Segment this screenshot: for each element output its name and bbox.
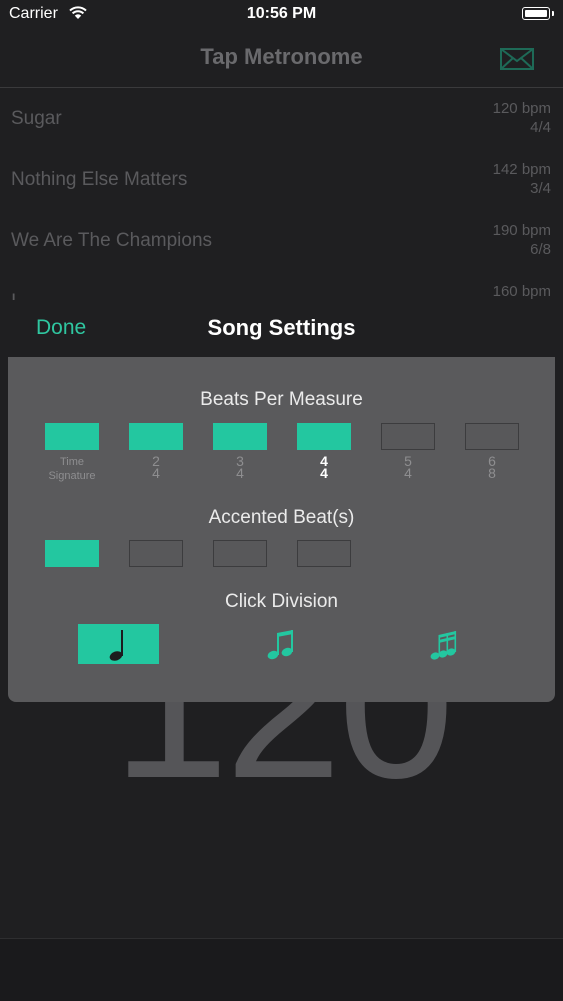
song-row[interactable]: Sugar 120 bpm 4/4 xyxy=(0,88,563,149)
beats-per-measure-label: Beats Per Measure xyxy=(200,389,363,410)
bottom-toolbar xyxy=(0,938,563,1001)
accent-box-2[interactable] xyxy=(129,540,183,567)
settings-panel: Beats Per Measure Time Signature 24 34 4… xyxy=(8,357,555,702)
nav-bar: Tap Metronome xyxy=(0,30,563,88)
beat-box-6-8[interactable] xyxy=(465,423,519,450)
song-bpm: 160 bpm xyxy=(492,283,551,300)
sixteenth-notes-button[interactable] xyxy=(404,624,485,664)
beat-signature-3-4: 34 xyxy=(236,453,244,481)
beat-box-2-4[interactable] xyxy=(129,423,183,450)
quarter-note-icon xyxy=(109,630,123,661)
mail-icon[interactable] xyxy=(500,48,534,70)
beat-signature-4-4: 44 xyxy=(320,453,328,481)
beat-signature-6-8: 68 xyxy=(488,453,496,481)
accented-beats-label: Accented Beat(s) xyxy=(208,507,355,528)
quarter-note-button[interactable] xyxy=(78,624,159,664)
eighth-notes-button[interactable] xyxy=(241,624,322,664)
page-title: Tap Metronome xyxy=(200,44,363,69)
song-name: We Are The Champions xyxy=(11,230,213,251)
song-time-signature: 3/4 xyxy=(530,180,551,197)
song-time-signature: 6/8 xyxy=(530,241,551,258)
click-division-label: Click Division xyxy=(225,591,338,612)
song-row[interactable]: We Are The Champions 190 bpm 6/8 xyxy=(0,210,563,271)
song-time-signature: 4/4 xyxy=(530,119,551,136)
settings-header: Done Song Settings xyxy=(0,300,563,357)
beat-signature-2-4: 24 xyxy=(152,453,160,481)
song-bpm: 142 bpm xyxy=(492,161,551,178)
beat-box-4-4[interactable] xyxy=(297,423,351,450)
song-bpm: 190 bpm xyxy=(492,222,551,239)
time-signature-label: Time Signature xyxy=(48,456,96,482)
settings-title: Song Settings xyxy=(207,315,356,340)
eighth-notes-icon xyxy=(267,630,293,660)
accent-box-4[interactable] xyxy=(297,540,351,567)
beat-box-5-4[interactable] xyxy=(381,423,435,450)
song-row[interactable]: Nothing Else Matters 142 bpm 3/4 xyxy=(0,149,563,210)
accent-box-3[interactable] xyxy=(213,540,267,567)
beat-signature-5-4: 54 xyxy=(404,453,412,481)
song-bpm: 120 bpm xyxy=(492,100,551,117)
beat-box-3-4[interactable] xyxy=(213,423,267,450)
song-name: Nothing Else Matters xyxy=(11,169,188,190)
sixteenth-notes-icon xyxy=(430,631,457,660)
song-name: Sugar xyxy=(11,108,62,129)
time-signature-box[interactable] xyxy=(45,423,99,450)
accent-box-1[interactable] xyxy=(45,540,99,567)
